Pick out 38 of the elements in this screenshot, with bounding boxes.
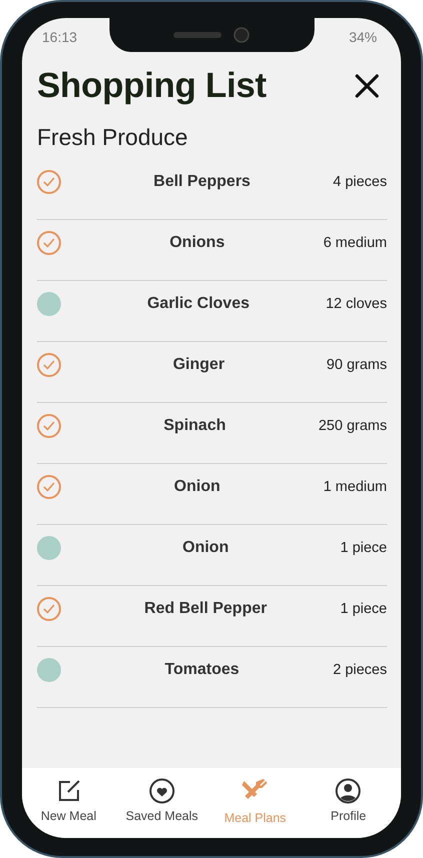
item-name: Spinach: [162, 417, 227, 435]
item-name: Ginger: [172, 356, 226, 374]
speaker-icon: [174, 32, 222, 38]
section-heading: Fresh Produce: [37, 124, 189, 151]
close-button[interactable]: [353, 72, 381, 100]
item-amount: 2 pieces: [332, 662, 387, 678]
item-amount: 1 piece: [340, 540, 387, 556]
profile-icon: [335, 778, 362, 804]
checked-circle[interactable]: [37, 597, 61, 621]
unchecked-circle[interactable]: [37, 658, 61, 682]
checked-circle[interactable]: [37, 414, 61, 438]
item-name: Onions: [168, 234, 226, 252]
item-name: Bell Peppers: [152, 173, 252, 191]
nav-tab[interactable]: New Meal: [22, 768, 116, 838]
nav-tab[interactable]: Profile: [302, 768, 395, 838]
checked-circle[interactable]: [37, 353, 61, 377]
camera-icon: [234, 27, 250, 43]
item-amount: 6 medium: [323, 235, 387, 251]
status-time: 16:13: [42, 29, 78, 45]
checked-circle[interactable]: [37, 170, 61, 194]
page-title: Shopping List: [37, 66, 266, 106]
item-name: Red Bell Pepper: [143, 600, 268, 618]
unchecked-circle[interactable]: [37, 292, 61, 316]
item-amount: 4 pieces: [332, 174, 387, 190]
item-name: Onion: [173, 478, 222, 496]
item-amount: 12 cloves: [326, 296, 387, 312]
item-name: Onion: [182, 539, 230, 557]
checked-circle[interactable]: [37, 231, 61, 255]
item-name: Tomatoes: [164, 661, 240, 679]
item-amount: 1 piece: [340, 601, 387, 617]
item-name: Garlic Cloves: [146, 295, 250, 313]
item-amount: 90 grams: [326, 357, 387, 373]
item-amount: 1 medium: [323, 479, 387, 495]
nav-tab[interactable]: Saved Meals: [115, 768, 208, 838]
item-amount: 250 grams: [318, 418, 387, 434]
checked-circle[interactable]: [37, 475, 61, 499]
battery-level: 34%: [348, 29, 377, 45]
unchecked-circle[interactable]: [37, 536, 61, 560]
